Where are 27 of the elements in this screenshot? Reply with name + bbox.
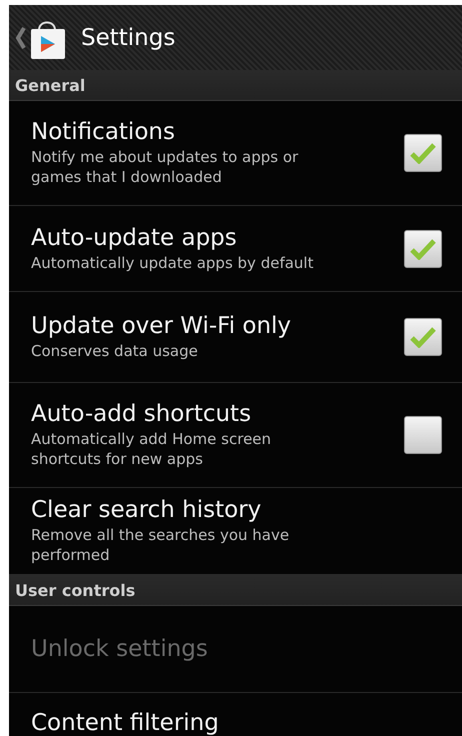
- section-header: User controls: [9, 575, 462, 606]
- settings-row[interactable]: Update over Wi-Fi only Conserves data usage: [9, 292, 462, 383]
- setting-title: Notifications: [31, 119, 176, 145]
- checkmark-icon: [410, 326, 436, 348]
- checkmark-icon: [410, 142, 436, 164]
- settings-row[interactable]: Content filtering: [9, 693, 462, 736]
- setting-title: Unlock settings: [31, 636, 209, 662]
- checkbox[interactable]: [404, 230, 442, 268]
- checkmark-icon: [410, 238, 436, 260]
- setting-summary: Automatically add Home screen shortcuts for new apps: [31, 429, 272, 469]
- setting-title: Auto-update apps: [31, 224, 238, 250]
- checkbox[interactable]: [404, 416, 442, 454]
- setting-summary: Automatically update apps by default: [31, 252, 314, 272]
- checkbox[interactable]: [404, 318, 442, 356]
- settings-row[interactable]: Notifications Notify me about updates to apps or games that I downloaded: [9, 101, 462, 206]
- settings-row[interactable]: Auto-add shortcuts Automatically add Home screen shortcuts for new apps: [9, 383, 462, 488]
- setting-summary: Conserves data usage: [31, 341, 199, 361]
- screen-title: Settings: [81, 24, 176, 50]
- setting-summary: Notify me about updates to apps or games that I downloaded: [31, 147, 300, 187]
- settings-row[interactable]: Auto-update apps Automatically update apps by default: [9, 206, 462, 292]
- section-header: General: [9, 70, 462, 101]
- setting-title: Content filtering: [31, 710, 220, 736]
- setting-title: Update over Wi-Fi only: [31, 313, 292, 339]
- setting-summary: Remove all the searches you have performed: [31, 525, 290, 565]
- setting-title: Clear search history: [31, 497, 262, 523]
- setting-title: Auto-add shortcuts: [31, 401, 252, 427]
- checkbox[interactable]: [404, 134, 442, 172]
